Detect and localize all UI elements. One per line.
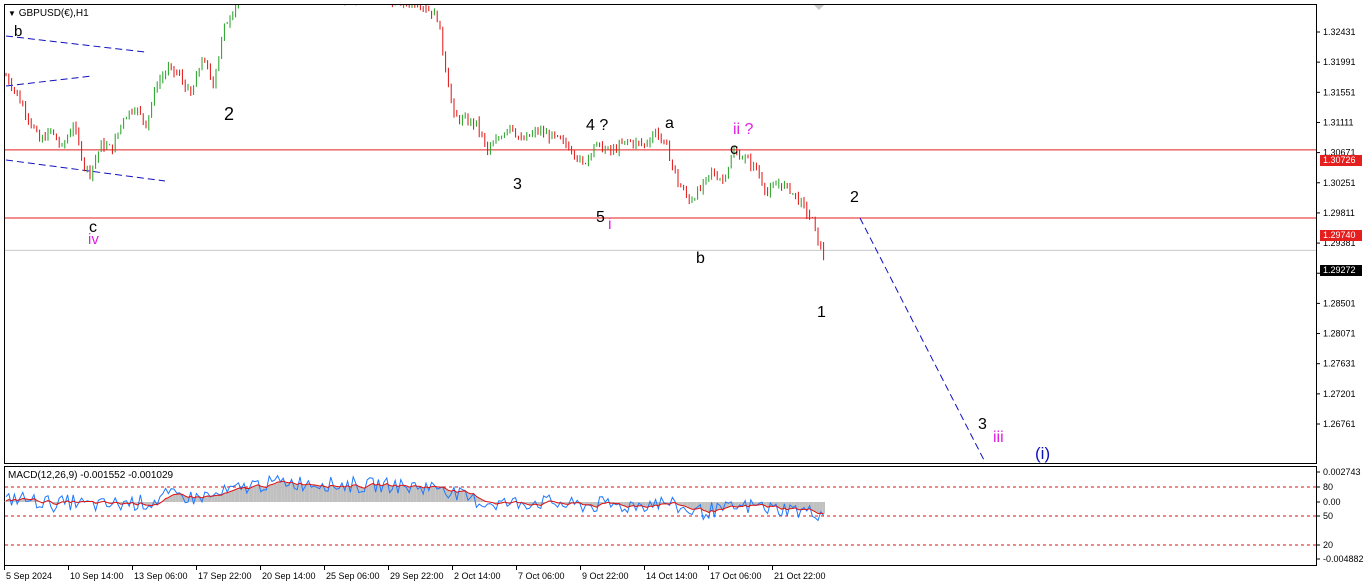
macd-tick-label: 0.002743 <box>1323 467 1361 477</box>
time-tick-label: 25 Sep 06:00 <box>326 571 380 581</box>
time-tick-label: 17 Sep 22:00 <box>198 571 252 581</box>
time-tick-label: 17 Oct 06:00 <box>710 571 762 581</box>
macd-tick-label: 0.00 <box>1323 497 1341 507</box>
wave-label: a <box>665 115 674 132</box>
price-tick-label: 1.31111 <box>1323 117 1354 127</box>
price-axis: 1.324311.319911.315511.311111.306711.302… <box>1316 27 1356 429</box>
symbol-title: GBPUSD(€),H1 <box>18 8 89 19</box>
price-tick-label: 1.26761 <box>1323 419 1356 429</box>
price-tick-label: 1.31551 <box>1323 87 1356 97</box>
time-tick-label: 7 Oct 06:00 <box>518 571 565 581</box>
price-tick-label: 1.27631 <box>1323 359 1356 369</box>
time-tick-label: 21 Oct 22:00 <box>774 571 826 581</box>
price-tick-label: 1.28501 <box>1323 298 1356 308</box>
macd-tick-label: 50 <box>1323 511 1333 521</box>
wave-label: 2 <box>850 189 859 206</box>
wave-label: 3 <box>513 176 522 193</box>
time-axis: 5 Sep 2024 10 Sep 14:00 13 Sep 06:00 17 Sep… <box>4 566 826 581</box>
macd-tick-label: -0.004882 <box>1323 554 1364 564</box>
time-tick-label: 20 Sep 14:00 <box>262 571 316 581</box>
time-tick-label: 14 Oct 14:00 <box>646 571 698 581</box>
wave-label: 3 <box>978 416 987 433</box>
macd-title: MACD(12,26,9) -0.001552 -0.001029 <box>8 470 174 481</box>
wave-label: iv <box>88 231 99 248</box>
macd-tick-label: 80 <box>1323 482 1333 492</box>
time-tick-label: 29 Sep 22:00 <box>390 571 444 581</box>
wave-label: ii ? <box>733 121 754 138</box>
wave-label: b <box>696 250 705 267</box>
wave-label: 1 <box>817 304 826 321</box>
price-tick-label: 1.27201 <box>1323 389 1356 399</box>
time-tick-label: 10 Sep 14:00 <box>70 571 124 581</box>
price-tick-label: 1.30251 <box>1323 178 1356 188</box>
chart-canvas: b2civ34 ?5 ia ii ?cb123iii(i) 1.324311.319… <box>4 4 1364 581</box>
time-tick-label: 13 Sep 06:00 <box>134 571 188 581</box>
price-tick-label: 1.31991 <box>1323 57 1356 67</box>
time-tick-label: 9 Oct 22:00 <box>582 571 629 581</box>
price-tick-label: 1.29811 <box>1323 208 1355 218</box>
wave-label: 4 ? <box>586 117 608 134</box>
time-tick-label: 5 Sep 2024 <box>6 571 52 581</box>
symbol-header[interactable]: ▼ GBPUSD(€),H1 <box>8 8 89 19</box>
wave-label: iii <box>993 429 1004 446</box>
price-tag-support: 1.29740 <box>1320 230 1362 241</box>
macd-axis: 0.002743 80 0.00 50 20 -0.004882 <box>1316 467 1364 564</box>
wave-label: i <box>608 216 612 233</box>
price-tick-label: 1.28071 <box>1323 329 1356 339</box>
wave-label: 2 <box>224 104 234 124</box>
wave-label: b <box>14 23 22 40</box>
price-tag-current: 1.29272 <box>1320 265 1362 276</box>
time-tick-label: 2 Oct 14:00 <box>454 571 501 581</box>
wave-label: 5 <box>596 209 605 226</box>
triangle-down-icon[interactable]: ▼ <box>8 9 16 18</box>
price-tick-label: 1.32431 <box>1323 27 1356 37</box>
wave-label: (i) <box>1035 444 1050 463</box>
price-tag-resistance: 1.30726 <box>1320 155 1362 166</box>
wave-label: c <box>730 141 738 158</box>
macd-tick-label: 20 <box>1323 540 1333 550</box>
price-panel-frame <box>4 4 1317 464</box>
